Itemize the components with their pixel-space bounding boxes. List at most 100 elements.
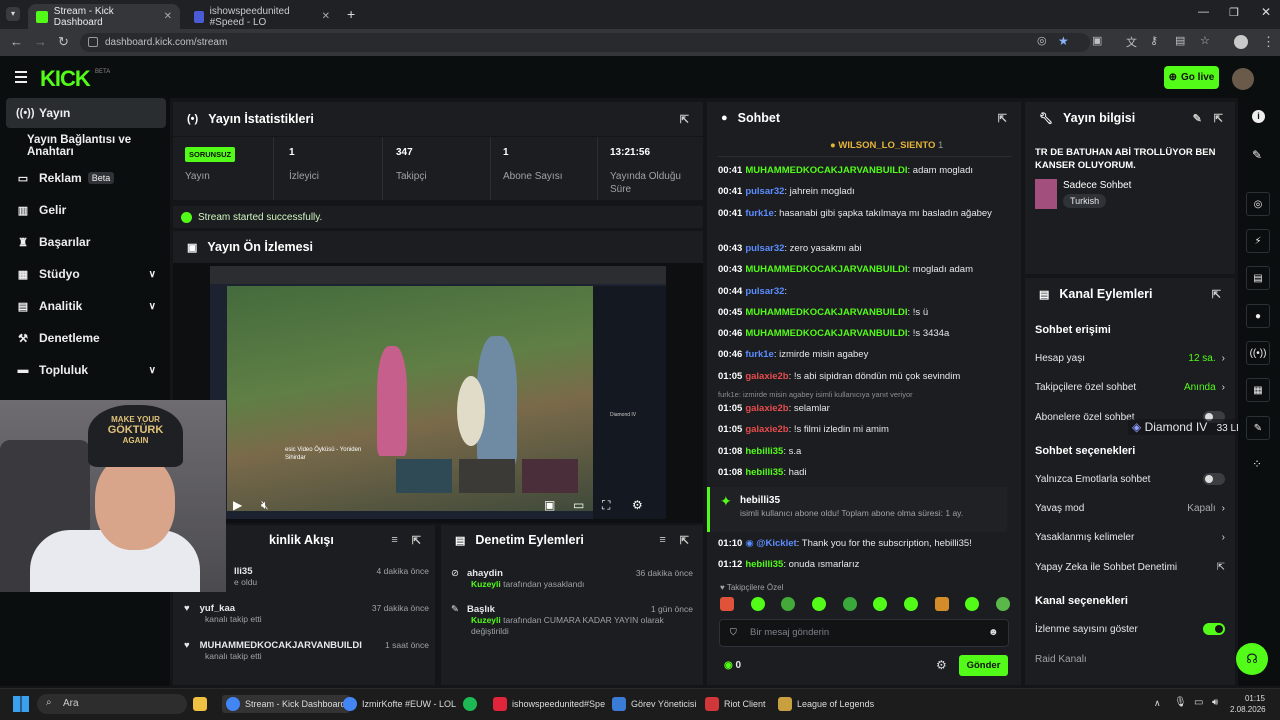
taskbar-item-task-manager[interactable]: Görev Yöneticisi [612,695,696,713]
taskbar-item-izmirkofte[interactable]: IzmirKofte #EUW - LOL [343,695,456,713]
chat-button[interactable]: ● [1246,304,1270,328]
tray-chevron-icon[interactable]: ∧ [1154,698,1161,709]
emote-icon[interactable] [965,597,980,611]
chat-username[interactable]: MUHAMMEDKOCAKJARVANBUILDI [745,307,907,318]
info-icon[interactable]: i [1252,110,1265,123]
clipboard-button[interactable]: ▤ [1246,266,1270,290]
popout-icon[interactable]: ⇱ [998,112,1007,125]
windows-start-icon[interactable] [13,696,29,712]
eye-off-icon[interactable]: ◎ [1037,34,1047,47]
slow-mode-row[interactable]: Yavaş mod Kapalı › [1035,494,1225,522]
chat-username[interactable]: MUHAMMEDKOCAKJARVANBUILDI [745,264,907,275]
chat-username[interactable]: hebilli35 [745,467,783,478]
volume-icon[interactable]: 🔊︎ [1212,697,1218,708]
emote-icon[interactable] [934,597,949,611]
tab-list-button[interactable]: ▾ [6,7,20,21]
sidebar-item-stream-key[interactable]: Yayın Bağlantısı ve Anahtarı [6,131,166,161]
fullscreen-icon[interactable]: ⛶ [602,498,610,513]
reader-icon[interactable]: ▤ [1175,34,1185,47]
popout-icon[interactable]: ⇱ [680,113,689,126]
translate-icon[interactable]: 文 [1126,34,1137,50]
popout-icon[interactable]: ⇱ [1214,112,1223,125]
pen-icon[interactable]: ✎ [1252,148,1262,162]
sidebar-item-basarilar[interactable]: ♜ Başarılar [6,227,166,257]
ai-moderation-row[interactable]: Yapay Zeka ile Sohbet Denetimi ⇱ [1035,553,1225,581]
viewcount-toggle[interactable] [1203,623,1225,635]
kick-points[interactable]: ◉ 0 [724,660,741,671]
layout-button[interactable]: ▦ [1246,378,1270,402]
emote-only-toggle[interactable] [1203,473,1225,485]
chat-username[interactable]: galaxie2b [745,403,788,414]
taskbar-search[interactable]: Ara [37,694,187,714]
url-field[interactable]: dashboard.kick.com/stream [80,33,1090,52]
extensions-icon[interactable]: ▣ [1092,34,1102,47]
chat-username[interactable]: galaxie2b [745,424,788,435]
chat-username[interactable]: galaxie2b [745,371,788,382]
taskbar-item-lol[interactable]: League of Legends [778,695,874,713]
sidebar-item-studyo[interactable]: ▦ Stüdyo ∨ [6,259,166,289]
chat-username[interactable]: MUHAMMEDKOCAKJARVANBUILDI [745,165,907,176]
dots-icon[interactable]: ⁘ [1252,457,1262,471]
taskbar-item-ishowspeed[interactable]: ishowspeedunited#Spe [493,695,605,713]
maximize-icon[interactable]: ❐ [1229,6,1239,19]
emote-icon[interactable] [842,597,857,611]
sidebar-item-denetleme[interactable]: ⚒ Denetleme [6,323,166,353]
mic-icon[interactable]: 🎙︎ [1174,697,1187,708]
spotify-icon[interactable] [463,695,482,713]
emote-icon[interactable] [873,597,888,611]
settings-icon[interactable]: ⚙ [632,498,643,512]
tab-ishowspeed[interactable]: ishowspeedunited #Speed - LO ✕ [186,4,338,29]
menu-dots-icon[interactable]: ⋮ [1262,34,1275,50]
favorites-icon[interactable]: ☆ [1200,34,1210,47]
emote-icon[interactable] [720,597,734,611]
key-icon[interactable]: ⚷ [1150,34,1158,47]
chat-username[interactable]: hebilli35 [745,446,783,457]
popout-icon[interactable]: ⇱ [412,534,421,547]
emoji-icon[interactable]: ☻ [988,627,999,638]
chat-username[interactable]: furk1e [745,208,774,219]
popout-icon[interactable]: ⇱ [1212,288,1221,301]
new-tab-icon[interactable]: + [347,6,355,22]
sidebar-item-gelir[interactable]: ▥ Gelir [6,195,166,225]
taskbar-item-riot[interactable]: Riot Client [705,695,766,713]
close-window-icon[interactable]: ✕ [1261,5,1271,19]
close-tab-icon[interactable]: ✕ [164,11,172,22]
bookmark-star-icon[interactable]: ★ [1058,34,1069,48]
forward-icon[interactable]: → [34,34,47,49]
chat-settings-icon[interactable]: ⚙ [936,658,947,672]
popout-icon[interactable]: ⇱ [680,534,689,547]
sidebar-item-topluluk[interactable]: ▬ Topluluk ∨ [6,355,166,385]
chat-username[interactable]: pulsar32 [745,286,784,297]
emote-icon[interactable] [750,597,765,611]
chat-username[interactable]: MUHAMMEDKOCAKJARVANBUILDI [745,328,907,339]
taskbar-item-kick[interactable]: Stream - Kick Dashboard [222,695,350,713]
chat-username[interactable]: pulsar32 [745,186,784,197]
sidebar-item-analitik[interactable]: ▤ Analitik ∨ [6,291,166,321]
edit-icon[interactable]: ✎ [1193,112,1202,125]
chat-input[interactable]: Bir mesaj gönderin [719,619,1009,647]
mute-icon[interactable]: 🔇︎ [261,498,269,513]
pen-button[interactable]: ✎ [1246,416,1270,440]
clock[interactable]: 01:15 2.08.2026 [1230,693,1266,715]
flash-button[interactable]: ⚡︎ [1246,229,1270,253]
emote-icon[interactable] [995,597,1010,611]
go-live-button[interactable]: ⊕ Go live [1164,66,1219,89]
back-icon[interactable]: ← [10,34,23,49]
account-age-row[interactable]: Hesap yaşı 12 sa. › [1035,344,1225,372]
reload-icon[interactable]: ↻ [58,34,69,50]
pip-icon[interactable]: ▣ [544,498,555,512]
send-button[interactable]: Gönder [959,655,1008,676]
theater-icon[interactable]: ▭ [573,498,584,512]
kick-logo[interactable]: KICK [40,66,91,92]
banned-words-row[interactable]: Yasaklanmış kelimeler › [1035,523,1225,551]
emote-icon[interactable] [903,597,918,611]
filter-icon[interactable]: ≡ [659,534,665,546]
chat-username[interactable]: furk1e [745,349,774,360]
chat-username[interactable]: pulsar32 [745,243,784,254]
file-explorer-icon[interactable] [193,695,212,713]
emote-icon[interactable] [811,597,826,611]
user-avatar[interactable] [1232,68,1254,90]
sidebar-item-reklam[interactable]: ▭ Reklam Beta [6,163,166,193]
emote-icon[interactable] [781,597,796,611]
profile-icon[interactable] [1234,35,1248,49]
